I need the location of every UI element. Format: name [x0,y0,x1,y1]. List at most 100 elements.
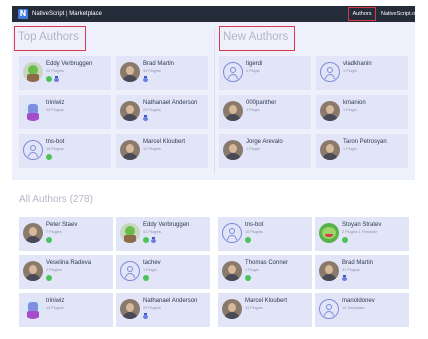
author-card-eddy-verbruggen[interactable]: Eddy Verbruggen 22 Plugins [19,56,111,90]
author-name[interactable]: Marcel Kloubert [245,298,287,305]
medal-icon [342,275,347,281]
author-name[interactable]: tns-bot [245,222,263,229]
green-dot-icon [245,275,251,281]
avatar[interactable] [319,261,339,281]
default-avatar-icon[interactable] [222,223,242,243]
author-name[interactable]: Taron Petrosyan [343,139,387,146]
author-plugin-count: 15 Plugins [245,306,263,310]
brand-title[interactable]: NativeScript | Marketplace [32,9,102,19]
green-dot-icon [46,275,52,281]
avatar[interactable] [23,101,43,121]
author-card-vladkhanin[interactable]: vladkhanin 1 Plugin [316,56,408,90]
nativescript-logo-icon[interactable]: N [18,9,28,19]
author-name[interactable]: tachev [143,260,161,267]
author-name[interactable]: Eddy Verbruggen [46,61,92,68]
author-name[interactable]: Peter Staev [46,222,77,229]
author-card-thomas-conner[interactable]: Thomas Conner 1 Plugin [218,255,312,289]
author-plugin-count: 23 Plugins [143,306,161,310]
green-dot-icon [46,237,52,243]
medal-icon [151,237,156,243]
author-plugin-count: 31 Plugins [143,69,161,73]
author-card-nathanael-anderson[interactable]: Nathanael Anderson 23 Plugins [116,95,208,129]
author-name[interactable]: vladkhanin [343,61,372,68]
author-name[interactable]: tns-bot [46,139,64,146]
medal-icon [143,115,148,121]
author-name[interactable]: Brad Martin [342,260,373,267]
avatar[interactable] [222,261,242,281]
avatar[interactable] [223,140,243,160]
author-card-marcel-kloubert[interactable]: Marcel Kloubert 12 Plugins [116,134,208,168]
author-plugin-count: 31 Plugins [342,268,360,272]
author-name[interactable]: Nathanael Anderson [143,100,197,107]
avatar[interactable] [23,299,43,319]
author-card-brad-martin[interactable]: Brad Martin 31 Plugins [315,255,409,289]
author-name[interactable]: tigerdi [246,61,262,68]
author-card-stoyan-stratev[interactable]: Stoyan Stratev 2 Plugins 1 Template [315,217,409,251]
author-name[interactable]: Marcel Kloubert [143,139,185,146]
author-card-manoldonev[interactable]: manoldonev 14 Templates [315,293,409,327]
avatar[interactable] [120,140,140,160]
author-card-nathanael-anderson[interactable]: Nathanael Anderson 23 Plugins [116,293,210,327]
author-name[interactable]: 000panther [246,100,276,107]
author-card-tigerdi[interactable]: tigerdi 1 Plugin [219,56,311,90]
nav-link-authors[interactable]: Authors [348,7,376,21]
author-plugin-count: 1 Plugin [245,268,259,272]
avatar[interactable] [120,101,140,121]
author-plugin-count: 12 Plugins [143,147,161,151]
author-card-marcel-kloubert[interactable]: Marcel Kloubert 15 Plugins [218,293,312,327]
all-authors-heading: All Authors (278) [19,194,93,205]
avatar[interactable] [222,299,242,319]
avatar[interactable] [23,62,43,82]
author-card-triniwiz[interactable]: triniwiz 24 Plugins [19,95,111,129]
author-card-tns-bot[interactable]: tns-bot 15 Plugins [19,134,111,168]
default-avatar-icon[interactable] [23,140,43,160]
author-card-000panther[interactable]: 000panther 1 Plugin [219,95,311,129]
author-name[interactable]: Veselina Radeva [46,260,91,267]
author-name[interactable]: Thomas Conner [245,260,288,267]
author-name[interactable]: manoldonev [342,298,375,305]
avatar[interactable] [23,223,43,243]
author-plugin-count: 1 Plugin [343,147,357,151]
author-card-brad-martin[interactable]: Brad Martin 31 Plugins [116,56,208,90]
avatar[interactable] [120,299,140,319]
author-card-triniwiz[interactable]: triniwiz 24 Plugins [19,293,113,327]
default-avatar-icon[interactable] [320,62,340,82]
author-card-veselina-radeva[interactable]: Veselina Radeva 2 Plugins [19,255,113,289]
author-name[interactable]: Nathanael Anderson [143,298,197,305]
author-plugin-count: 7 Plugins [46,230,62,234]
author-card-eddy-verbruggen[interactable]: Eddy Verbruggen 41 Plugins [116,217,210,251]
nav-link-nativescript-org[interactable]: NativeScript.org [381,9,420,19]
default-avatar-icon[interactable] [319,299,339,319]
author-card-peter-staev[interactable]: Peter Staev 7 Plugins [19,217,113,251]
author-name[interactable]: Brad Martin [143,61,174,68]
avatar[interactable] [320,140,340,160]
author-plugin-count: 1 Plugin [246,108,260,112]
avatar[interactable] [319,223,339,243]
top-navbar: N NativeScript | Marketplace Authors Nat… [12,6,420,22]
author-card-kmanion[interactable]: kmanion 1 Plugin [316,95,408,129]
avatar[interactable] [320,101,340,121]
medal-icon [143,313,148,319]
avatar[interactable] [23,261,43,281]
author-plugin-count: 15 Plugins [46,147,64,151]
author-name[interactable]: Stoyan Stratev [342,222,381,229]
medal-icon [54,76,59,82]
author-name[interactable]: Jorge Arevalo [246,139,283,146]
default-avatar-icon[interactable] [120,261,140,281]
author-card-tns-bot[interactable]: tns-bot 15 Plugins [218,217,312,251]
avatar[interactable] [120,62,140,82]
green-dot-icon [143,275,149,281]
default-avatar-icon[interactable] [223,62,243,82]
author-card-tachev[interactable]: tachev 1 Plugin [116,255,210,289]
author-plugin-count: 23 Plugins [143,108,161,112]
author-name[interactable]: triniwiz [46,298,64,305]
author-name[interactable]: Eddy Verbruggen [143,222,189,229]
author-plugin-count: 1 Plugin [246,147,260,151]
author-name[interactable]: triniwiz [46,100,64,107]
avatar[interactable] [120,223,140,243]
author-plugin-count: 1 Plugin [143,268,157,272]
author-card-jorge-arevalo[interactable]: Jorge Arevalo 1 Plugin [219,134,311,168]
author-name[interactable]: kmanion [343,100,366,107]
author-card-taron-petrosyan[interactable]: Taron Petrosyan 1 Plugin [316,134,408,168]
avatar[interactable] [223,101,243,121]
